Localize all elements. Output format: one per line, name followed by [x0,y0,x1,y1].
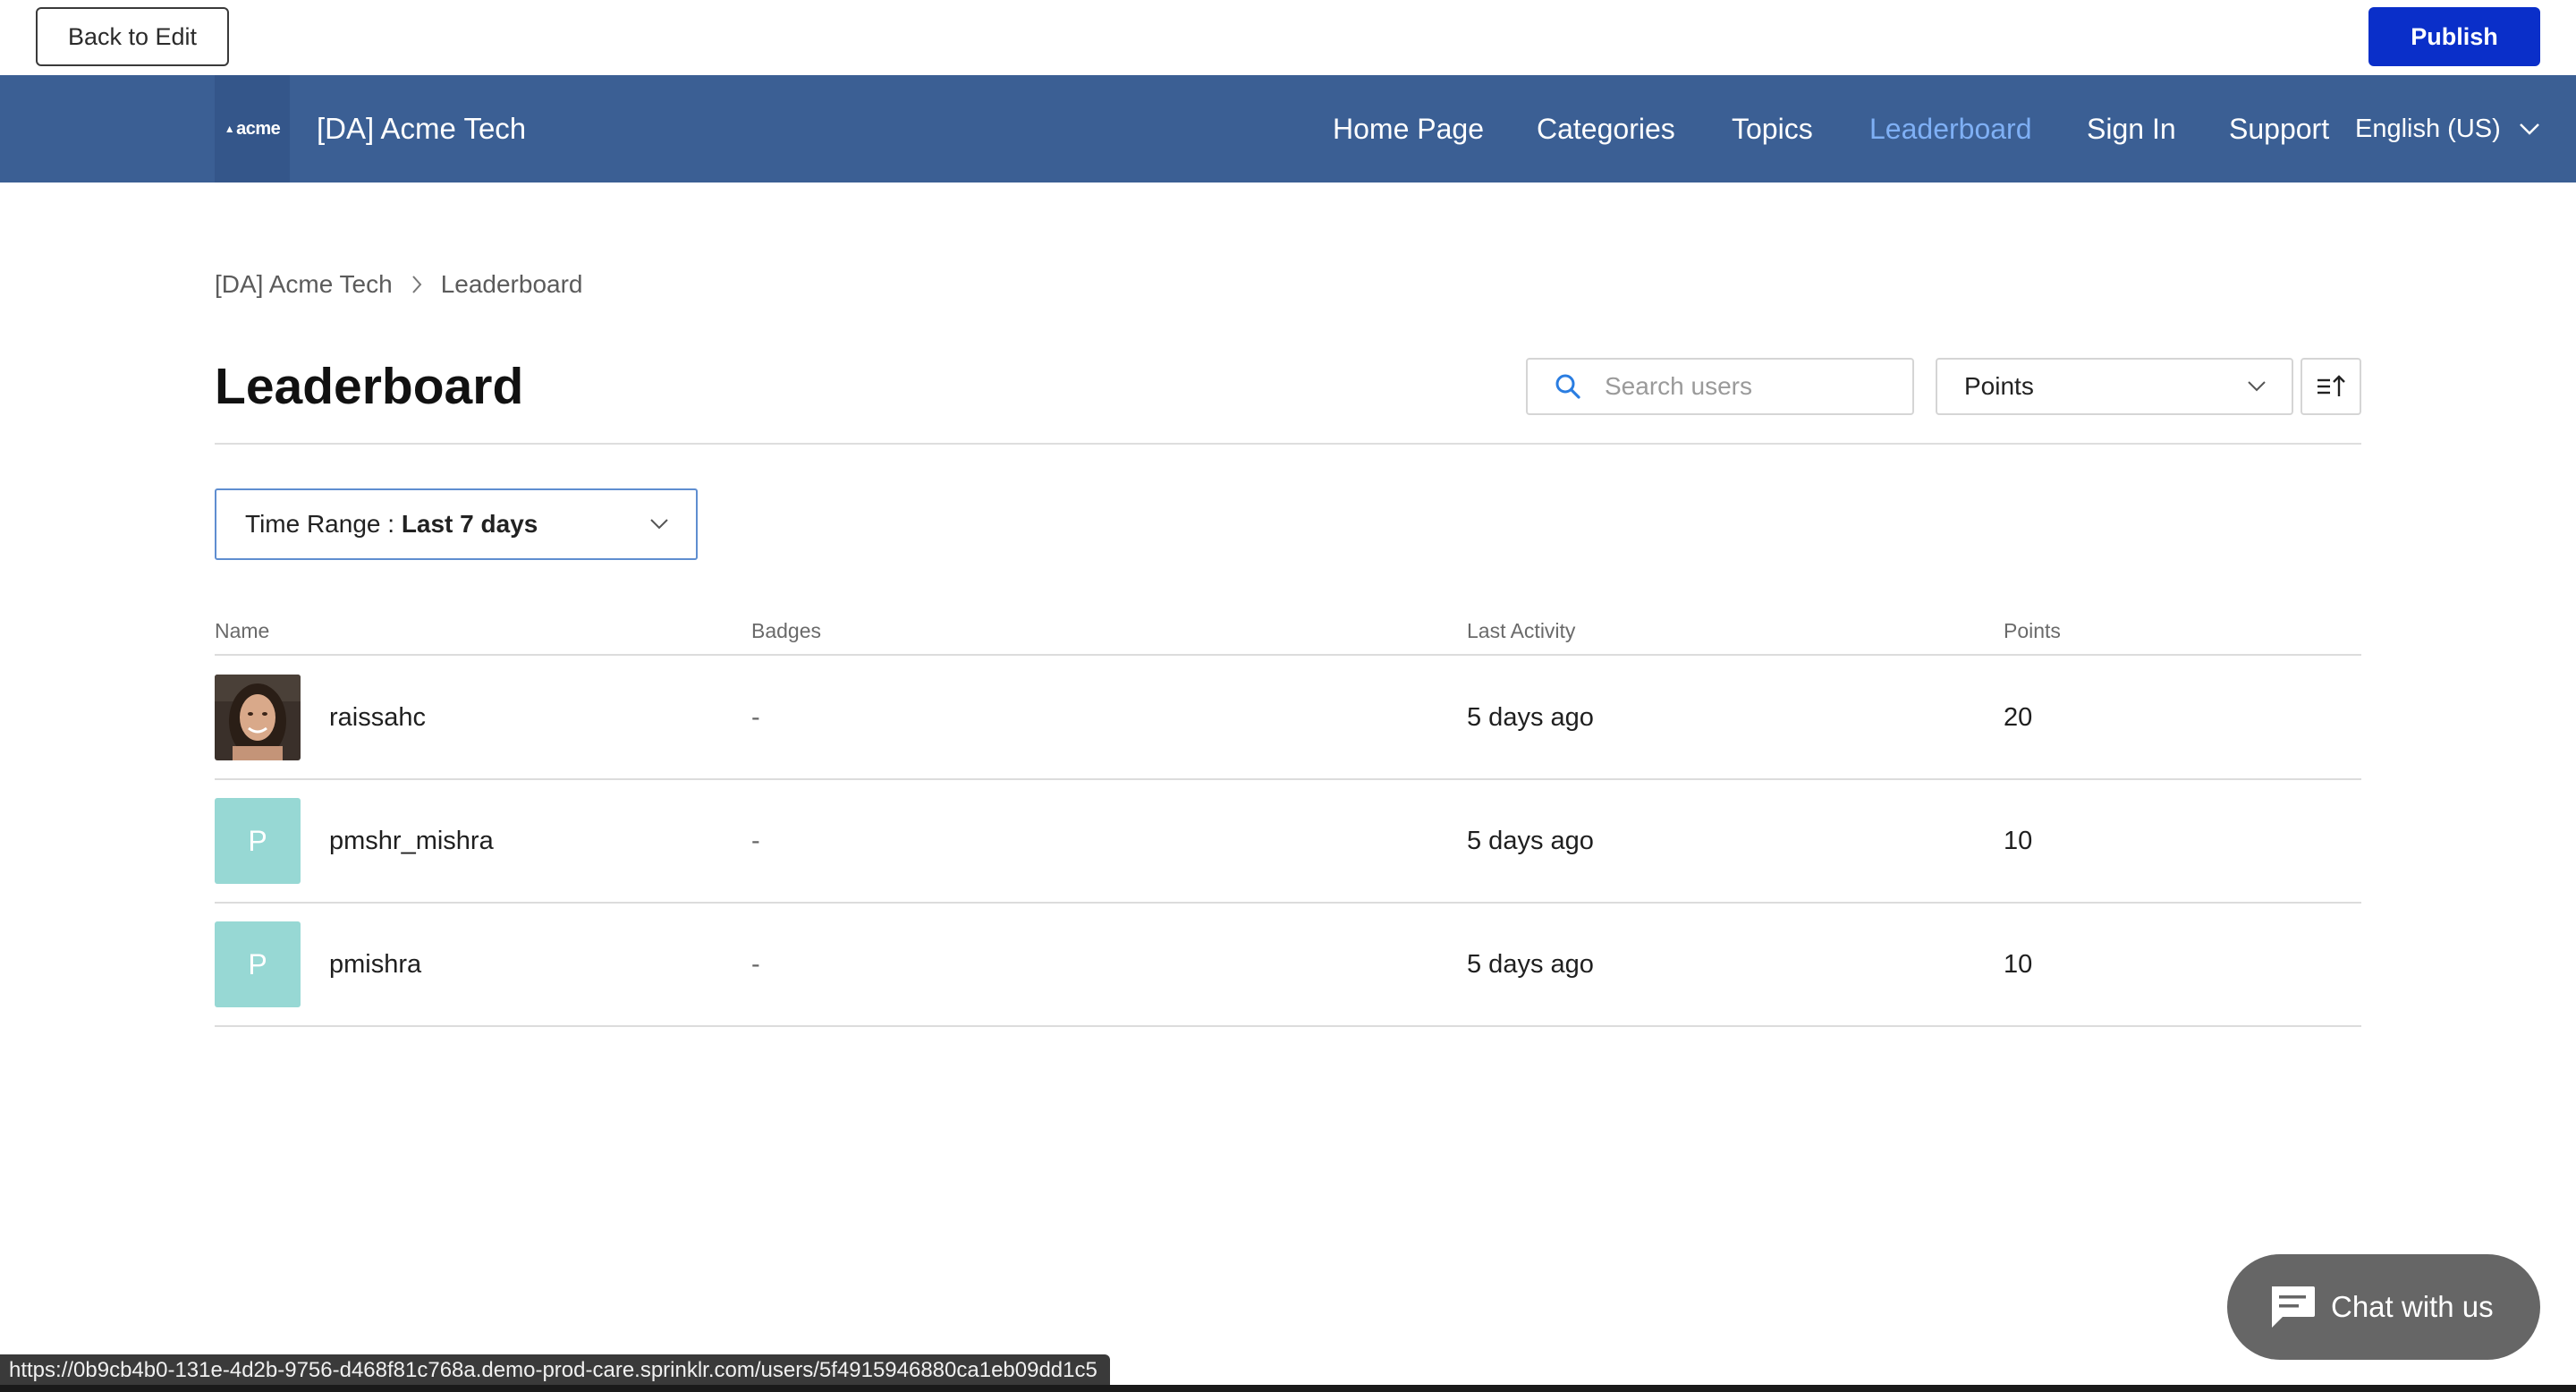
breadcrumb: [DA] Acme Tech Leaderboard [215,265,583,304]
chevron-down-icon [650,519,668,530]
logo-text: acme [236,118,281,139]
chat-label: Chat with us [2331,1290,2494,1323]
search-input[interactable] [1603,371,1875,402]
time-range-select[interactable]: Time Range : Last 7 days [215,488,698,560]
user-badges: - [751,826,760,855]
column-header-name: Name [215,619,270,642]
bottom-strip [0,1385,2576,1392]
breadcrumb-current: Leaderboard [440,270,583,298]
nav-topics[interactable]: Topics [1732,75,1813,182]
user-last-activity: 5 days ago [1467,702,1594,732]
nav-support[interactable]: Support [2229,75,2329,182]
user-last-activity: 5 days ago [1467,826,1594,855]
chevron-down-icon [2519,123,2539,135]
publish-button[interactable]: Publish [2368,7,2540,66]
time-range-label: Time Range : [245,510,402,538]
user-name[interactable]: raissahc [329,657,426,778]
avatar [215,675,301,760]
search-icon [1555,373,1581,400]
user-last-activity: 5 days ago [1467,949,1594,979]
nav-sign-in[interactable]: Sign In [2087,75,2176,182]
status-bar-url: https://0b9cb4b0-131e-4d2b-9756-d468f81c… [0,1354,1110,1387]
nav-categories[interactable]: Categories [1537,75,1675,182]
back-to-edit-button[interactable]: Back to Edit [36,7,229,66]
sort-by-select[interactable]: Points [1936,358,2293,415]
column-header-last-activity: Last Activity [1467,619,1576,642]
sort-order-button[interactable] [2301,358,2361,415]
language-label: English (US) [2355,114,2501,143]
nav-leaderboard[interactable]: Leaderboard [1869,75,2031,182]
search-users-field[interactable] [1526,358,1914,415]
breadcrumb-home[interactable]: [DA] Acme Tech [215,270,393,299]
divider [215,1025,2361,1027]
avatar: P [215,921,301,1007]
avatar: P [215,798,301,884]
column-header-badges: Badges [751,619,822,642]
page-title: Leaderboard [215,358,524,415]
user-name[interactable]: pmishra [329,904,421,1025]
user-points: 20 [2004,702,2033,732]
divider [215,654,2361,656]
user-name[interactable]: pmshr_mishra [329,780,494,902]
table-row[interactable]: P pmshr_mishra - 5 days ago 10 [215,780,2361,902]
time-range-text: Time Range : Last 7 days [245,510,538,539]
editor-toolbar: Back to Edit Publish [0,0,2576,75]
user-badges: - [751,949,760,979]
logo-mark-icon: ▲ [224,123,235,135]
divider [215,443,2361,445]
chat-with-us-button[interactable]: Chat with us [2227,1254,2540,1360]
chat-bubble-icon [2268,1285,2317,1329]
table-row[interactable]: raissahc - 5 days ago 20 [215,657,2361,778]
table-row[interactable]: P pmishra - 5 days ago 10 [215,904,2361,1025]
sort-by-value: Points [1964,372,2034,400]
user-badges: - [751,702,760,732]
user-points: 10 [2004,949,2033,979]
time-range-value: Last 7 days [401,510,538,538]
user-points: 10 [2004,826,2033,855]
chevron-down-icon [2248,381,2266,392]
column-header-points: Points [2004,619,2061,642]
site-header: ▲ acme [DA] Acme Tech Home Page Categori… [0,75,2576,182]
sort-ascending-icon [2318,375,2345,396]
nav-home-page[interactable]: Home Page [1333,75,1484,182]
site-name[interactable]: [DA] Acme Tech [317,75,526,182]
site-logo[interactable]: ▲ acme [215,75,290,182]
chevron-right-icon [411,274,423,295]
language-selector[interactable]: English (US) [2355,75,2540,182]
